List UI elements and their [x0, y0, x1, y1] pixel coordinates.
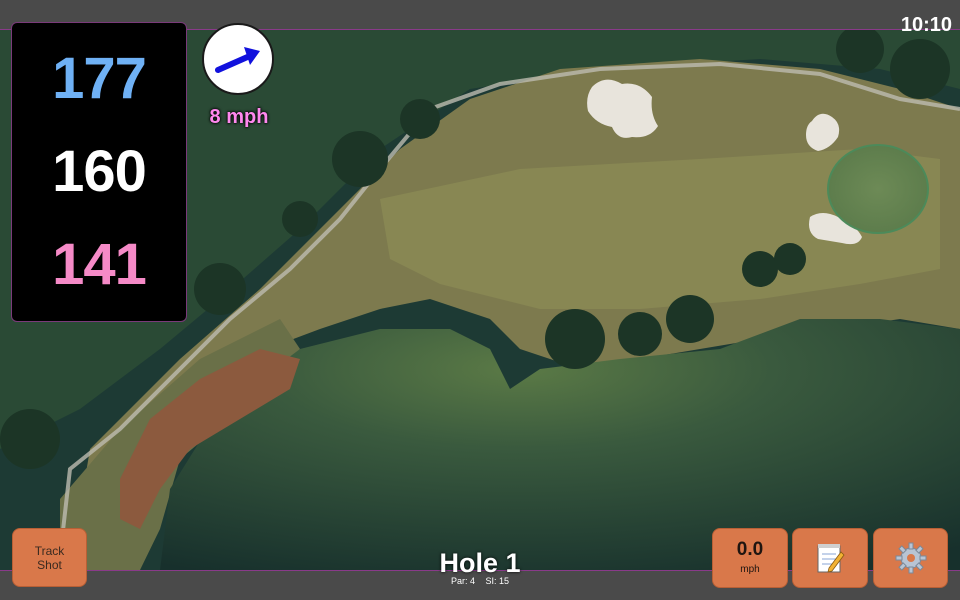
notepad-icon: [817, 544, 845, 573]
hole-stroke-index: SI: 15: [485, 576, 510, 586]
gear-icon: [895, 542, 926, 574]
golf-gps-screen: 10:10 177 160 141 8 mph Track Shot Hole …: [0, 0, 960, 600]
wind-speed: 8 mph: [209, 106, 269, 128]
track-shot-button[interactable]: Track Shot: [12, 528, 87, 587]
front-distance: 141: [52, 231, 147, 297]
track-shot-label-line1: Track: [34, 543, 65, 558]
clock: 10:10: [900, 14, 952, 36]
speed-unit: mph: [740, 564, 760, 575]
speed-button[interactable]: 0.0 mph: [712, 528, 788, 588]
wind-arrow-icon: [215, 47, 260, 73]
hole-par: Par: 4: [450, 576, 475, 586]
hole-info: Par: 4 SI: 15: [380, 576, 580, 586]
hole-title: Hole 1: [439, 548, 521, 578]
settings-button[interactable]: [873, 528, 948, 588]
speed-value: 0.0: [736, 539, 764, 560]
back-distance: 177: [52, 46, 147, 112]
notes-button[interactable]: [792, 528, 868, 588]
distance-panel: 177 160 141: [11, 22, 187, 322]
middle-distance: 160: [52, 138, 147, 204]
track-shot-label-line2: Shot: [37, 557, 62, 572]
wind-direction-indicator: [202, 23, 274, 95]
